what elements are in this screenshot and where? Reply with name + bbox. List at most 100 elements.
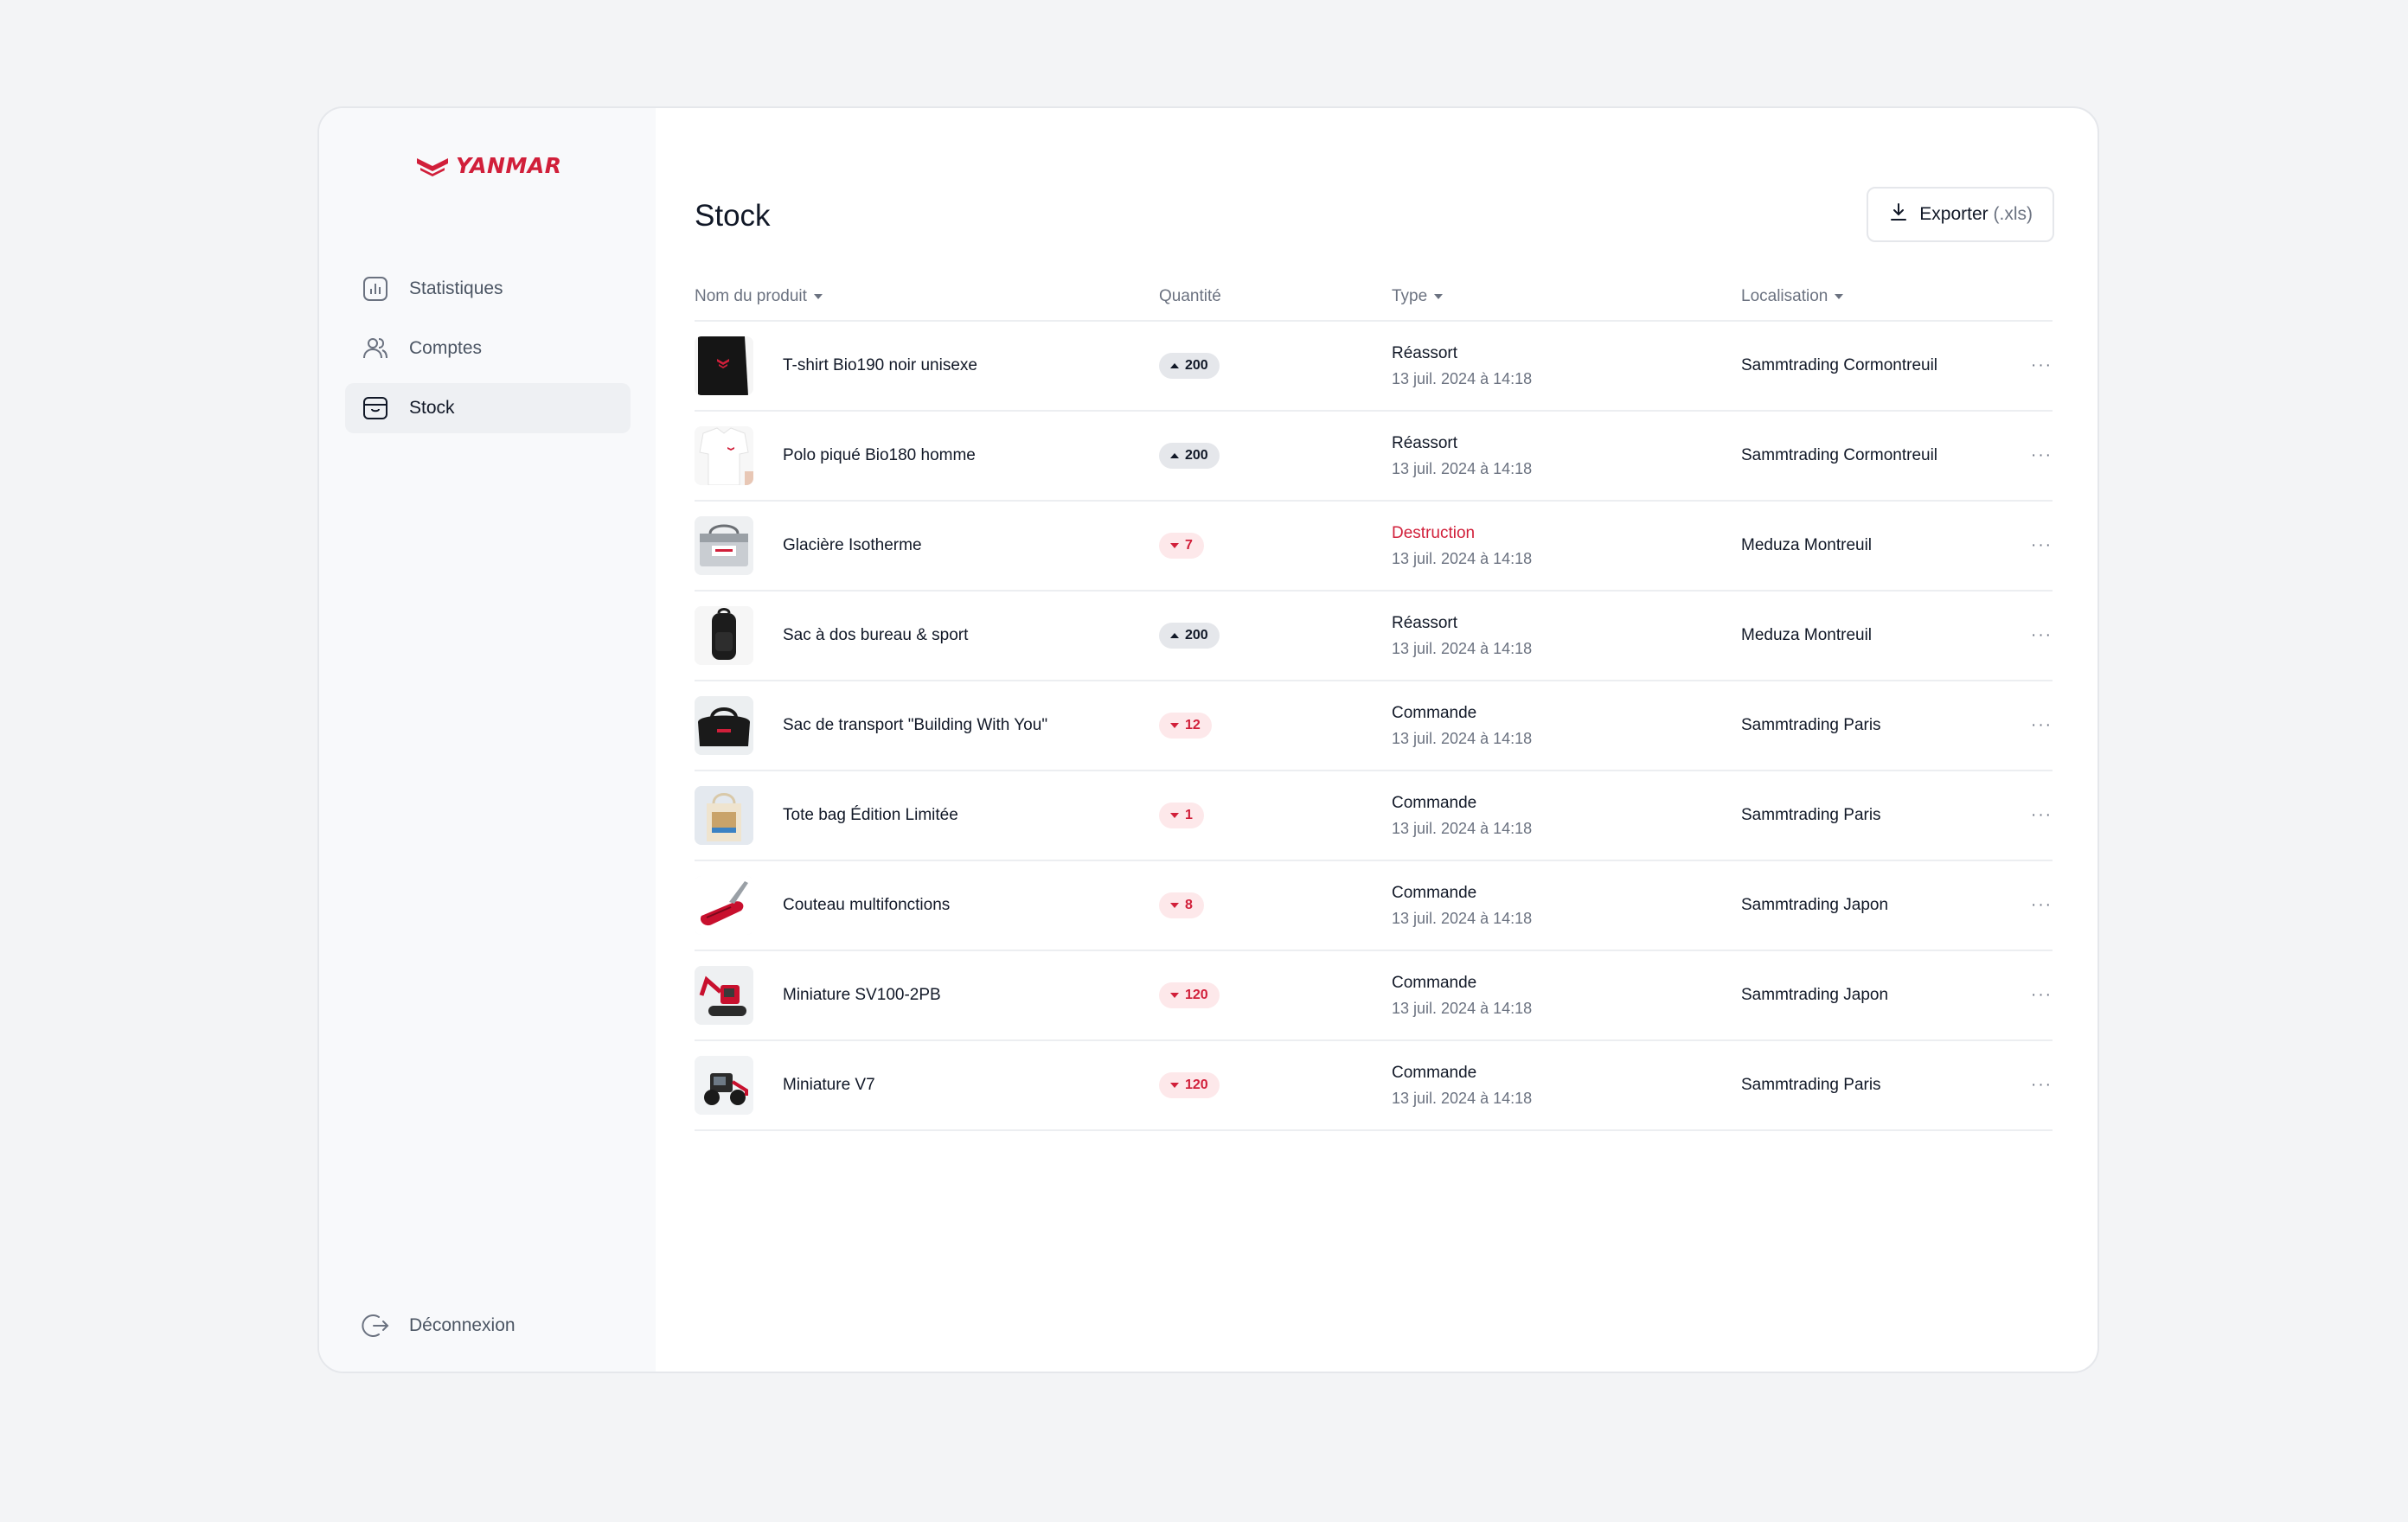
logout-icon (361, 1311, 390, 1340)
movement-type: Commande (1392, 883, 1477, 902)
cell-product: Sac à dos bureau & sport (695, 591, 1159, 681)
table-row[interactable]: Miniature V7 120 Commande 13 juil. 2024 à 1… (695, 1040, 2053, 1131)
export-button[interactable]: Exporter (.xls) (1867, 187, 2054, 242)
table-row[interactable]: T-shirt Bio190 noir unisexe 200 Réassort 13… (695, 321, 2053, 412)
column-header-label: Nom du produit (695, 286, 807, 305)
table-row[interactable]: Sac de transport "Building With You" 12 Co… (695, 681, 2053, 771)
sidebar-item-label: Stock (409, 398, 455, 418)
cell-product: Polo piqué Bio180 homme (695, 411, 1159, 502)
table-row[interactable]: Couteau multifonctions 8 Commande 13 juil. … (695, 860, 2053, 951)
movement-type: Réassort (1392, 343, 1458, 362)
product-thumbnail (695, 516, 753, 575)
quantity-value: 120 (1185, 988, 1208, 1002)
quantity-badge: 120 (1159, 982, 1220, 1008)
column-header-location[interactable]: Localisation (1741, 272, 2009, 322)
quantity-value: 8 (1185, 898, 1193, 912)
yanmar-logo[interactable]: YANMAR (416, 153, 561, 178)
column-header-product[interactable]: Nom du produit (695, 272, 1159, 322)
cell-quantity: 7 (1159, 501, 1392, 592)
cell-type: Commande 13 juil. 2024 à 14:18 (1392, 771, 1741, 861)
sidebar-item-label: Statistiques (409, 278, 503, 298)
more-actions-icon[interactable]: ··· (2009, 860, 2053, 951)
more-actions-icon[interactable]: ··· (2009, 501, 2053, 592)
quantity-badge: 8 (1159, 892, 1204, 918)
cell-location: Sammtrading Japon (1741, 950, 2009, 1041)
location-name: Meduza Montreuil (1741, 626, 1873, 644)
cell-quantity: 200 (1159, 321, 1392, 412)
yanmar-logo-icon (417, 157, 448, 176)
sort-caret-icon (1835, 293, 1844, 299)
arrow-down-icon (1170, 993, 1179, 998)
more-actions-icon[interactable]: ··· (2009, 681, 2053, 771)
cell-product: Tote bag Édition Limitée (695, 771, 1159, 861)
quantity-badge: 200 (1159, 353, 1220, 379)
table-row[interactable]: Sac à dos bureau & sport 200 Réassort 13 ju… (695, 591, 2053, 681)
column-header-type[interactable]: Type (1392, 272, 1741, 322)
cell-type: Commande 13 juil. 2024 à 14:18 (1392, 860, 1741, 951)
main-content: Stock Exporter (.xls) Nom du produit Qua… (656, 108, 2097, 1372)
more-actions-icon[interactable]: ··· (2009, 321, 2053, 412)
product-name: Sac à dos bureau & sport (783, 626, 969, 644)
sort-caret-icon (813, 293, 823, 299)
table-row[interactable]: Glacière Isotherme 7 Destruction 13 juil. 2… (695, 501, 2053, 592)
movement-date: 13 juil. 2024 à 14:18 (1392, 549, 1533, 567)
location-name: Meduza Montreuil (1741, 536, 1873, 554)
cell-quantity: 8 (1159, 860, 1392, 951)
cell-quantity: 200 (1159, 411, 1392, 502)
quantity-badge: 7 (1159, 533, 1204, 559)
cell-quantity: 200 (1159, 591, 1392, 681)
more-actions-icon[interactable]: ··· (2009, 771, 2053, 861)
logout-button[interactable]: Déconnexion (361, 1311, 516, 1340)
quantity-value: 200 (1185, 448, 1208, 463)
cell-product: Miniature V7 (695, 1040, 1159, 1131)
more-actions-icon[interactable]: ··· (2009, 950, 2053, 1041)
more-actions-icon[interactable]: ··· (2009, 591, 2053, 681)
table-row[interactable]: Tote bag Édition Limitée 1 Commande 13 juil… (695, 771, 2053, 861)
product-thumbnail (695, 426, 753, 485)
sidebar-item-stock[interactable]: Stock (345, 383, 631, 433)
sidebar-item-comptes[interactable]: Comptes (345, 323, 631, 374)
cell-product: Glacière Isotherme (695, 501, 1159, 592)
quantity-value: 1 (1185, 808, 1193, 822)
cell-type: Destruction 13 juil. 2024 à 14:18 (1392, 501, 1741, 592)
arrow-down-icon (1170, 1083, 1179, 1088)
more-actions-icon[interactable]: ··· (2009, 1040, 2053, 1131)
product-name: Tote bag Édition Limitée (783, 806, 958, 824)
quantity-value: 120 (1185, 1078, 1208, 1092)
location-name: Sammtrading Japon (1741, 986, 1889, 1004)
table-row[interactable]: Miniature SV100-2PB 120 Commande 13 juil. 2… (695, 950, 2053, 1041)
arrow-down-icon (1170, 543, 1179, 548)
page-title: Stock (695, 199, 771, 233)
movement-type: Commande (1392, 1063, 1477, 1082)
more-actions-icon[interactable]: ··· (2009, 411, 2053, 502)
box-icon (361, 393, 390, 423)
quantity-value: 12 (1185, 718, 1201, 732)
location-name: Sammtrading Cormontreuil (1741, 446, 1938, 464)
sort-caret-icon (1434, 293, 1444, 299)
table-row[interactable]: Polo piqué Bio180 homme 200 Réassort 13 jui… (695, 411, 2053, 502)
sidebar: YANMAR Statistiques Comptes Stock Déconn… (319, 108, 656, 1372)
export-label: Exporter (1919, 204, 1989, 224)
location-name: Sammtrading Japon (1741, 896, 1889, 914)
movement-date: 13 juil. 2024 à 14:18 (1392, 819, 1533, 837)
column-header-actions (2009, 272, 2053, 322)
product-thumbnail (695, 336, 753, 395)
column-header-quantity: Quantité (1159, 272, 1392, 322)
cell-quantity: 12 (1159, 681, 1392, 771)
sidebar-item-statistiques[interactable]: Statistiques (345, 264, 631, 314)
quantity-value: 200 (1185, 628, 1208, 643)
product-name: Miniature SV100-2PB (783, 986, 941, 1004)
quantity-badge: 120 (1159, 1072, 1220, 1098)
movement-type: Commande (1392, 973, 1477, 992)
cell-product: Miniature SV100-2PB (695, 950, 1159, 1041)
product-thumbnail (695, 696, 753, 755)
quantity-badge: 12 (1159, 713, 1212, 739)
location-name: Sammtrading Paris (1741, 1076, 1881, 1094)
product-thumbnail (695, 966, 753, 1025)
product-name: Glacière Isotherme (783, 536, 922, 554)
movement-type: Réassort (1392, 613, 1458, 632)
cell-location: Sammtrading Cormontreuil (1741, 411, 2009, 502)
quantity-badge: 200 (1159, 623, 1220, 649)
movement-date: 13 juil. 2024 à 14:18 (1392, 1089, 1533, 1107)
logout-label: Déconnexion (409, 1315, 516, 1335)
